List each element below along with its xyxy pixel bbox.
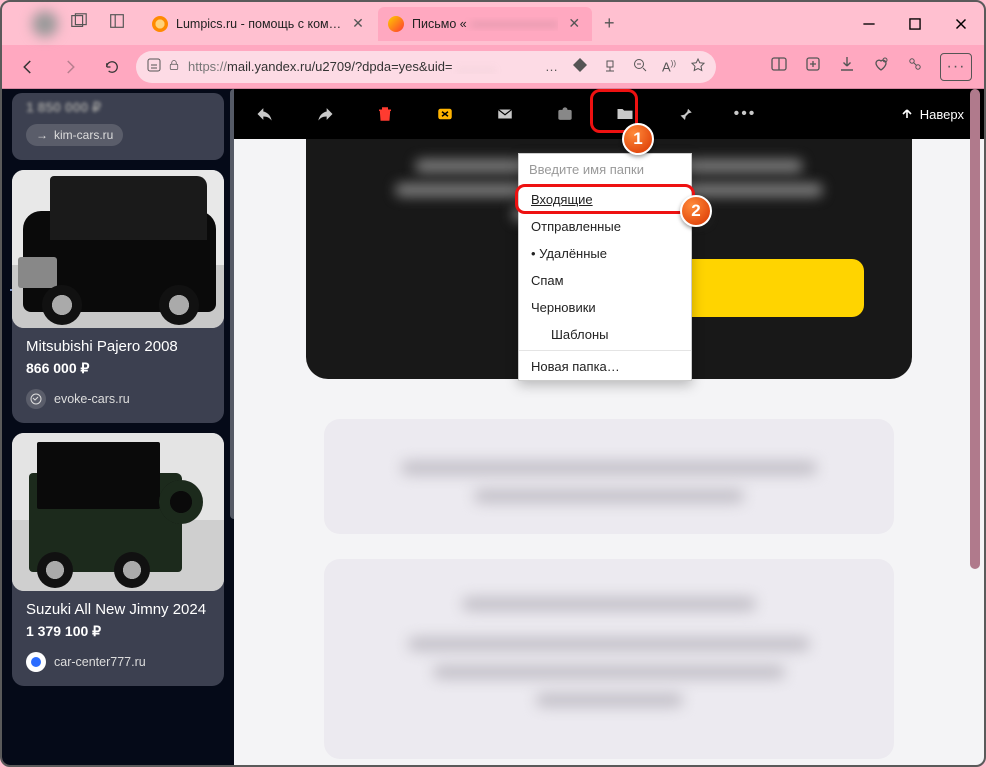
address-bar: https://mail.yandex.ru/u2709/?dpda=yes&u… — [2, 45, 984, 89]
folder-dropdown-menu: Введите имя папки Входящие Отправленные … — [518, 153, 692, 381]
forward-mail-button[interactable] — [314, 103, 336, 125]
mail-toolbar: ••• Наверх — [234, 89, 984, 139]
email-paragraph — [324, 559, 894, 759]
annotation-step-1: 1 — [622, 123, 654, 155]
window-controls — [846, 2, 984, 45]
page-content: 1 850 000 ₽ →kim-cars.ru РЕКЛАМА ⋮ Mitsu… — [2, 89, 984, 765]
url-input[interactable]: https://mail.yandex.ru/u2709/?dpda=yes&u… — [136, 51, 716, 83]
ad-card-pajero[interactable]: РЕКЛАМА ⋮ Mitsubishi Pajero 2008 866 000… — [12, 170, 224, 423]
tab-background[interactable]: Lumpics.ru - помощь с компьют ✕ — [142, 7, 376, 41]
collections-icon[interactable] — [804, 55, 822, 78]
ad-photo — [12, 433, 224, 591]
window-maximize-button[interactable] — [892, 2, 938, 45]
ad-site-chip[interactable]: →kim-cars.ru — [26, 124, 123, 146]
forward-button[interactable] — [52, 49, 88, 85]
folder-item-deleted[interactable]: Удалённые — [519, 240, 691, 267]
folder-item-templates[interactable]: Шаблоны — [519, 321, 691, 348]
favorite-icon[interactable] — [690, 57, 706, 76]
ad-sidebar: 1 850 000 ₽ →kim-cars.ru РЕКЛАМА ⋮ Mitsu… — [2, 89, 234, 765]
arrow-right-icon: → — [36, 128, 48, 142]
folder-item-sent[interactable]: Отправленные — [519, 213, 691, 240]
refresh-button[interactable] — [94, 49, 130, 85]
folder-item-new-folder[interactable]: Новая папка… — [519, 353, 691, 380]
workspaces-icon[interactable] — [70, 12, 88, 35]
mark-read-button[interactable] — [494, 103, 516, 125]
tab-title: Lumpics.ru - помощь с компьют — [176, 17, 342, 31]
new-tab-button[interactable]: + — [594, 9, 624, 39]
zoom-icon[interactable] — [632, 57, 648, 76]
spam-button[interactable] — [434, 103, 456, 125]
ad-title: Mitsubishi Pajero 2008 — [26, 338, 210, 356]
tab-bar: Lumpics.ru - помощь с компьют ✕ Письмо «… — [2, 2, 984, 45]
ad-price: 866 000 ₽ — [26, 360, 210, 377]
mail-main: ••• Наверх Введите и — [234, 89, 984, 765]
privacy-icon[interactable]: … — [545, 59, 558, 74]
window-scrollbar[interactable] — [968, 89, 982, 757]
ad-site-link[interactable]: evoke-cars.ru — [12, 389, 224, 409]
pin-button[interactable] — [674, 103, 696, 125]
ad-card-truncated[interactable]: 1 850 000 ₽ →kim-cars.ru — [12, 93, 224, 160]
ad-site-link[interactable]: car-center777.ru — [12, 652, 224, 672]
delete-button[interactable] — [374, 103, 396, 125]
site-favicon-icon — [26, 652, 46, 672]
extension-icon[interactable] — [906, 55, 924, 78]
annotation-highlight-inbox — [515, 184, 695, 214]
app-menu-button[interactable]: ··· — [940, 53, 972, 81]
profile-avatar[interactable] — [32, 11, 58, 37]
reply-button[interactable] — [254, 103, 276, 125]
downloads-icon[interactable] — [838, 55, 856, 78]
ad-photo — [12, 170, 224, 328]
email-paragraph — [324, 419, 894, 534]
annotation-step-2: 2 — [680, 195, 712, 227]
tab-title: Письмо «——————— — [412, 17, 558, 31]
ad-title: Suzuki All New Jimny 2024 — [26, 601, 210, 619]
tab-close-button[interactable]: ✕ — [350, 16, 366, 32]
tracking-icon[interactable] — [572, 57, 588, 76]
folder-item-spam[interactable]: Спам — [519, 267, 691, 294]
scroll-to-top-button[interactable]: Наверх — [900, 107, 964, 122]
window-minimize-button[interactable] — [846, 2, 892, 45]
back-button[interactable] — [10, 49, 46, 85]
tab-close-button[interactable]: ✕ — [566, 16, 582, 32]
read-aloud-icon[interactable]: A)) — [662, 59, 676, 74]
url-text: https://mail.yandex.ru/u2709/?dpda=yes&u… — [188, 59, 537, 74]
window-close-button[interactable] — [938, 2, 984, 45]
ad-price: 1 379 100 ₽ — [26, 623, 210, 640]
split-screen-icon[interactable] — [770, 55, 788, 78]
more-actions-button[interactable]: ••• — [734, 103, 756, 125]
vertical-tabs-icon[interactable] — [108, 12, 126, 35]
site-info-icon[interactable] — [146, 57, 160, 76]
folder-item-drafts[interactable]: Черновики — [519, 294, 691, 321]
lock-icon — [168, 59, 180, 74]
favicon-icon — [388, 16, 404, 32]
tab-active[interactable]: Письмо «——————— ✕ — [378, 7, 592, 41]
share-icon[interactable] — [602, 57, 618, 76]
site-favicon-icon — [26, 389, 46, 409]
extensions-heart-icon[interactable] — [872, 55, 890, 78]
ad-card-jimny[interactable]: РЕКЛАМА ⋮ Suzuki All New Jimny 2024 1 37… — [12, 433, 224, 686]
snooze-button[interactable] — [554, 103, 576, 125]
ad-price: 1 850 000 ₽ — [26, 99, 210, 116]
folder-search-input[interactable]: Введите имя папки — [519, 154, 691, 186]
favicon-icon — [152, 16, 168, 32]
